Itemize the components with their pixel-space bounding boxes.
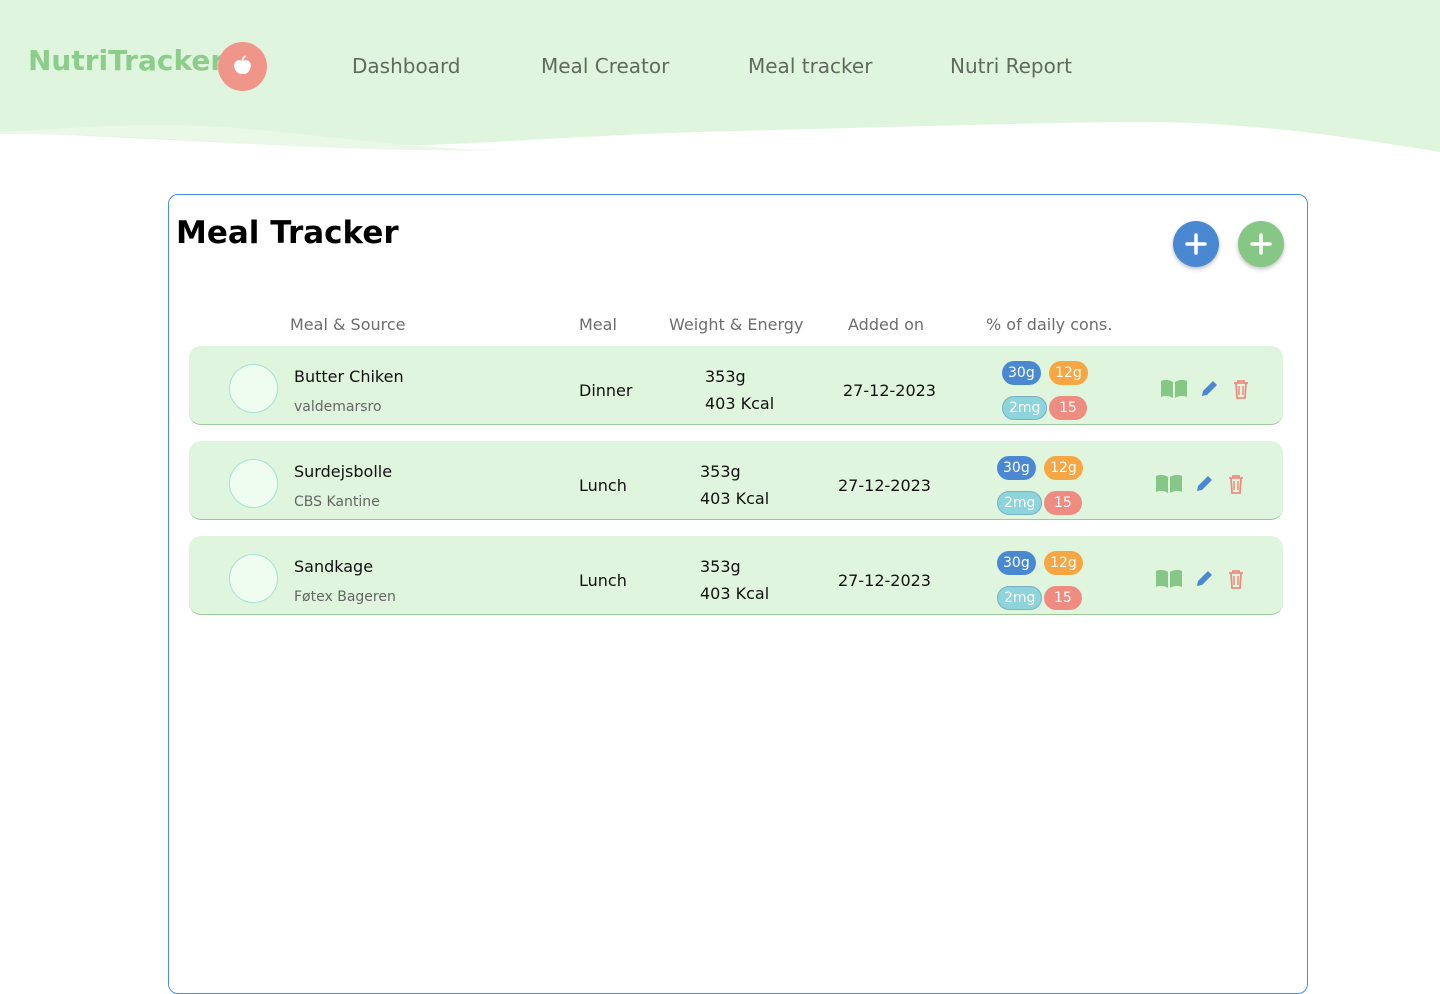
nav-meal-creator[interactable]: Meal Creator: [541, 54, 669, 78]
meal-name: Sandkage: [294, 557, 374, 576]
table-row[interactable]: Sandkage Føtex Bageren Lunch 353g 403 Kc…: [189, 536, 1283, 615]
column-header-meal-source: Meal & Source: [290, 315, 406, 334]
book-icon[interactable]: [1155, 569, 1183, 589]
added-date: 27-12-2023: [838, 476, 931, 495]
trash-icon[interactable]: [1232, 379, 1250, 399]
meal-type: Lunch: [579, 476, 627, 495]
apple-icon[interactable]: [218, 42, 267, 91]
book-icon[interactable]: [1160, 379, 1188, 399]
fat-badge: 12g: [1044, 456, 1083, 480]
column-header-added-on: Added on: [848, 315, 924, 334]
column-header-weight-energy: Weight & Energy: [669, 315, 804, 334]
meal-image-placeholder: [229, 554, 278, 603]
meal-weight: 353g: [705, 367, 746, 386]
fat-badge: 12g: [1049, 361, 1088, 385]
meal-source: CBS Kantine: [294, 494, 380, 510]
top-header: NutriTracker Dashboard Meal Creator Meal…: [0, 0, 1440, 160]
protein-badge: 30g: [997, 551, 1036, 575]
brand-logo-text[interactable]: NutriTracker: [28, 44, 224, 77]
meal-source: valdemarsro: [294, 399, 382, 415]
meal-energy: 403 Kcal: [700, 489, 770, 508]
meal-weight: 353g: [700, 557, 741, 576]
page-title: Meal Tracker: [176, 215, 399, 251]
meal-energy: 403 Kcal: [700, 584, 770, 603]
meal-name: Surdejsbolle: [294, 462, 393, 481]
meal-image-placeholder: [229, 364, 278, 413]
fiber-badge: 15: [1044, 586, 1082, 610]
plus-icon: [1250, 233, 1272, 255]
meal-name: Butter Chiken: [294, 367, 404, 386]
nav-nutri-report[interactable]: Nutri Report: [950, 54, 1072, 78]
fiber-badge: 15: [1049, 396, 1087, 420]
mineral-badge: 2mg: [997, 491, 1043, 515]
nav-dashboard[interactable]: Dashboard: [352, 54, 461, 78]
add-ingredient-button[interactable]: [1238, 221, 1284, 267]
table-row[interactable]: Butter Chiken valdemarsro Dinner 353g 40…: [189, 346, 1283, 425]
edit-pencil-icon[interactable]: [1194, 569, 1214, 589]
table-row[interactable]: Surdejsbolle CBS Kantine Lunch 353g 403 …: [189, 441, 1283, 520]
meal-type: Lunch: [579, 571, 627, 590]
fat-badge: 12g: [1044, 551, 1083, 575]
mineral-badge: 2mg: [997, 586, 1043, 610]
nav-meal-tracker[interactable]: Meal tracker: [748, 54, 872, 78]
column-header-daily-consumption: % of daily cons.: [986, 315, 1113, 334]
added-date: 27-12-2023: [843, 381, 936, 400]
protein-badge: 30g: [997, 456, 1036, 480]
meal-tracker-card: Meal Tracker Meal & Source Meal Weight &…: [168, 194, 1308, 994]
meal-type: Dinner: [579, 381, 633, 400]
trash-icon[interactable]: [1227, 474, 1245, 494]
meal-source: Føtex Bageren: [294, 589, 396, 605]
header-wave-background: [0, 0, 1440, 152]
column-header-meal: Meal: [579, 315, 617, 334]
mineral-badge: 2mg: [1002, 396, 1048, 420]
edit-pencil-icon[interactable]: [1194, 474, 1214, 494]
trash-icon[interactable]: [1227, 569, 1245, 589]
protein-badge: 30g: [1002, 361, 1041, 385]
add-meal-button[interactable]: [1173, 221, 1219, 267]
edit-pencil-icon[interactable]: [1199, 379, 1219, 399]
added-date: 27-12-2023: [838, 571, 931, 590]
meal-image-placeholder: [229, 459, 278, 508]
meal-energy: 403 Kcal: [705, 394, 775, 413]
fiber-badge: 15: [1044, 491, 1082, 515]
plus-icon: [1185, 233, 1207, 255]
meal-weight: 353g: [700, 462, 741, 481]
book-icon[interactable]: [1155, 474, 1183, 494]
